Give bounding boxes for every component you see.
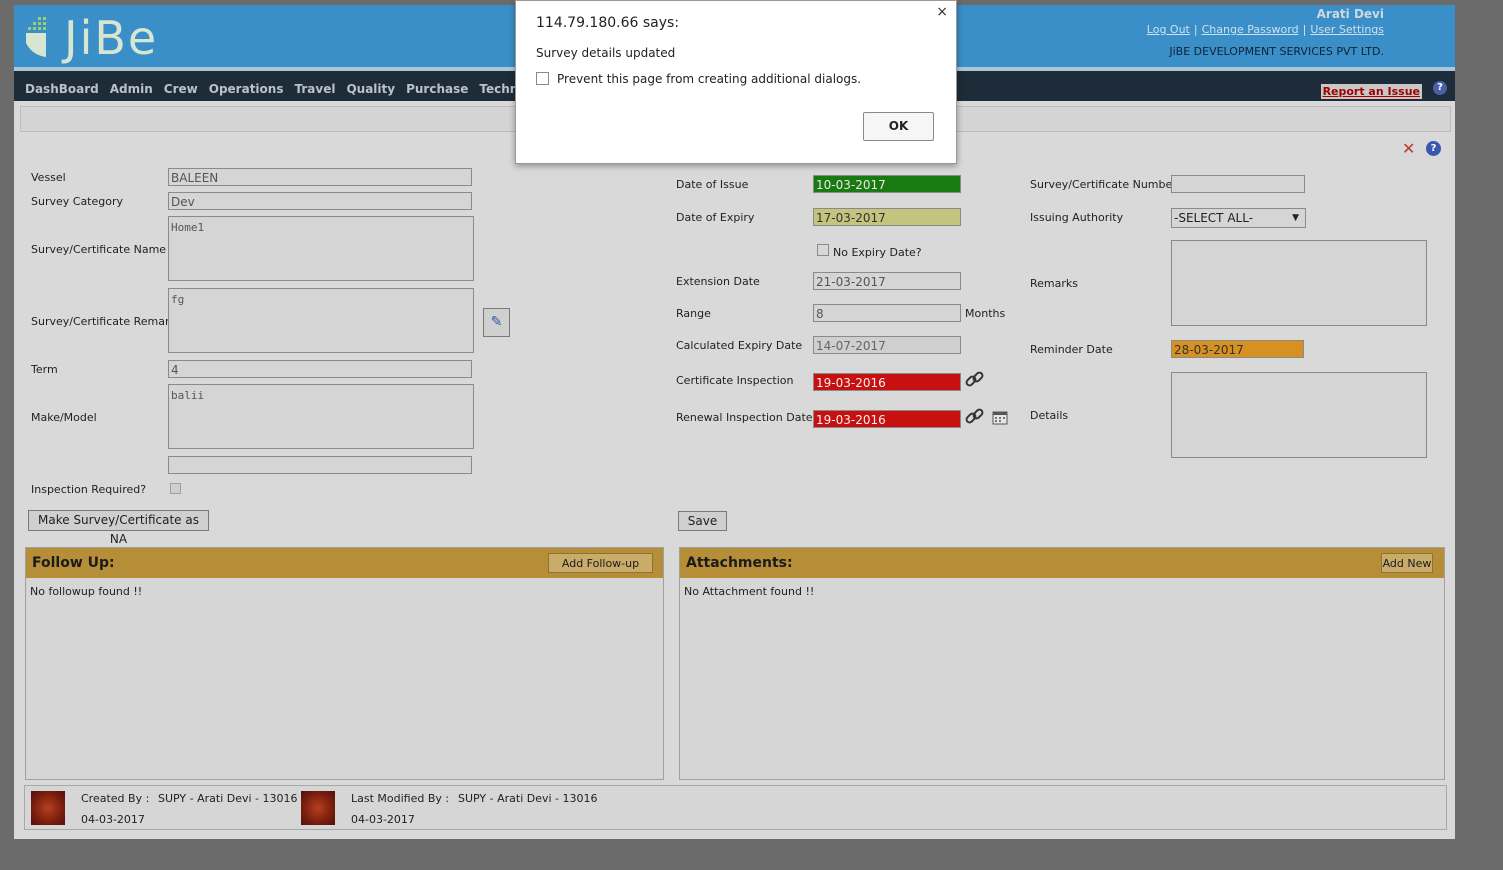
modified-by-value: SUPY - Arati Devi - 13016 <box>458 792 598 805</box>
alert-dialog: 114.79.180.66 says: × Survey details upd… <box>515 0 957 164</box>
nav-admin[interactable]: Admin <box>110 71 153 107</box>
details-textarea[interactable] <box>1171 372 1427 458</box>
certificate-remarks-label: Survey/Certificate Remarks <box>31 315 182 328</box>
no-expiry-label: No Expiry Date? <box>833 246 922 259</box>
created-by-value: SUPY - Arati Devi - 13016 <box>158 792 298 805</box>
attachments-panel: Attachments: Add New No Attachment found… <box>679 547 1445 780</box>
attachments-empty-message: No Attachment found !! <box>684 585 815 598</box>
logout-link[interactable]: Log Out <box>1147 23 1190 36</box>
add-followup-button[interactable]: Add Follow-up <box>548 553 653 573</box>
survey-category-label: Survey Category <box>31 195 124 208</box>
link-icon[interactable] <box>964 369 986 391</box>
certificate-inspection-label: Certificate Inspection <box>676 374 794 387</box>
survey-category-field[interactable]: Dev <box>168 192 472 210</box>
range-field[interactable]: 8 <box>813 304 961 322</box>
chevron-down-icon: ▼ <box>1292 213 1299 223</box>
close-icon[interactable]: ✕ <box>1402 139 1415 158</box>
created-date: 04-03-2017 <box>81 813 145 826</box>
date-of-issue-label: Date of Issue <box>676 178 749 191</box>
certificate-number-field[interactable] <box>1171 175 1305 193</box>
date-of-expiry-field[interactable]: 17-03-2017 <box>813 208 961 226</box>
date-of-expiry-label: Date of Expiry <box>676 211 755 224</box>
date-of-issue-field[interactable]: 10-03-2017 <box>813 175 961 193</box>
range-label: Range <box>676 307 711 320</box>
reminder-date-field[interactable]: 28-03-2017 <box>1171 340 1304 358</box>
certificate-inspection-field[interactable]: 19-03-2016 <box>813 373 961 391</box>
issuing-authority-value: -SELECT ALL- <box>1174 211 1254 225</box>
logo-text: JiBe <box>64 11 159 65</box>
followup-header: Follow Up: Add Follow-up <box>26 548 663 578</box>
term-field[interactable]: 4 <box>168 360 472 378</box>
nav-dashboard[interactable]: DashBoard <box>25 71 99 107</box>
certificate-remarks-textarea[interactable]: fg <box>168 288 474 353</box>
edit-pencil-icon[interactable]: ✎ <box>483 308 510 337</box>
top-links: Log Out | Change Password | User Settings <box>1146 23 1384 36</box>
extra-field[interactable] <box>168 456 472 474</box>
add-attachment-button[interactable]: Add New <box>1381 553 1433 573</box>
ok-button[interactable]: OK <box>863 112 934 141</box>
inspection-required-checkbox[interactable] <box>170 483 181 494</box>
make-model-label: Make/Model <box>31 411 97 424</box>
company-name: JiBE DEVELOPMENT SERVICES PVT LTD. <box>1169 45 1384 58</box>
range-unit: Months <box>965 307 1006 320</box>
change-password-link[interactable]: Change Password <box>1202 23 1299 36</box>
renewal-inspection-field[interactable]: 19-03-2016 <box>813 410 961 428</box>
inspection-required-label: Inspection Required? <box>31 483 147 496</box>
followup-title: Follow Up: <box>32 555 115 571</box>
save-button[interactable]: Save <box>678 511 727 531</box>
certificate-name-label: Survey/Certificate Name <box>31 243 167 256</box>
nav-crew[interactable]: Crew <box>164 71 198 107</box>
help-icon[interactable]: ? <box>1433 81 1447 95</box>
calendar-icon[interactable] <box>992 409 1010 426</box>
reminder-date-label: Reminder Date <box>1030 343 1113 356</box>
issuing-authority-label: Issuing Authority <box>1030 211 1124 224</box>
link-icon[interactable] <box>964 406 986 428</box>
avatar <box>301 791 335 825</box>
nav-purchase[interactable]: Purchase <box>406 71 468 107</box>
close-icon[interactable]: × <box>936 4 948 20</box>
avatar <box>31 791 65 825</box>
followup-panel: Follow Up: Add Follow-up No followup fou… <box>25 547 664 780</box>
remarks-textarea[interactable] <box>1171 240 1427 326</box>
followup-empty-message: No followup found !! <box>30 585 143 598</box>
report-issue-link[interactable]: Report an Issue <box>1320 84 1422 99</box>
modified-by-label: Last Modified By : <box>351 792 450 805</box>
nav-quality[interactable]: Quality <box>346 71 395 107</box>
vessel-label: Vessel <box>31 171 66 184</box>
make-model-textarea[interactable]: balii <box>168 384 474 449</box>
renewal-inspection-label: Renewal Inspection Date <box>676 411 813 424</box>
make-na-button[interactable]: Make Survey/Certificate as NA <box>28 510 209 546</box>
calculated-expiry-field: 14-07-2017 <box>813 336 961 354</box>
logo-mark-icon <box>26 17 46 57</box>
audit-footer: Created By : SUPY - Arati Devi - 13016 0… <box>24 785 1447 830</box>
nav-operations[interactable]: Operations <box>209 71 284 107</box>
user-name: Arati Devi <box>1316 7 1384 21</box>
help-icon[interactable]: ? <box>1426 141 1441 156</box>
remarks-label: Remarks <box>1030 277 1078 290</box>
dialog-title: 114.79.180.66 says: <box>536 15 680 31</box>
modified-date: 04-03-2017 <box>351 813 415 826</box>
certificate-name-textarea[interactable]: Home1 <box>168 216 474 281</box>
term-label: Term <box>31 363 58 376</box>
extension-date-field[interactable]: 21-03-2017 <box>813 272 961 290</box>
details-label: Details <box>1030 409 1069 422</box>
certificate-number-label: Survey/Certificate Number <box>1030 178 1177 191</box>
vessel-field[interactable]: BALEEN <box>168 168 472 186</box>
nav-travel[interactable]: Travel <box>294 71 335 107</box>
extension-date-label: Extension Date <box>676 275 760 288</box>
issuing-authority-select[interactable]: -SELECT ALL- ▼ <box>1171 208 1306 228</box>
created-by-label: Created By : <box>81 792 150 805</box>
dialog-message: Survey details updated <box>536 46 676 60</box>
attachments-header: Attachments: Add New <box>680 548 1444 578</box>
no-expiry-checkbox[interactable] <box>817 244 829 256</box>
prevent-dialogs-checkbox[interactable] <box>536 72 549 85</box>
attachments-title: Attachments: <box>686 555 793 571</box>
prevent-dialogs-label: Prevent this page from creating addition… <box>557 72 862 86</box>
user-settings-link[interactable]: User Settings <box>1310 23 1384 36</box>
calculated-expiry-label: Calculated Expiry Date <box>676 339 803 352</box>
